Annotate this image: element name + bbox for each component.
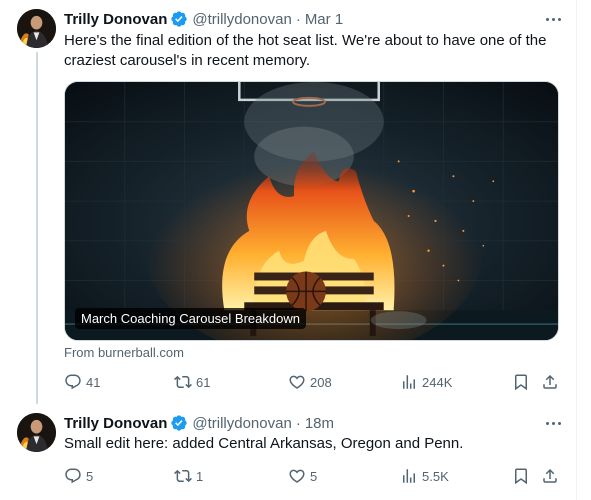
reply-button[interactable]: 5 xyxy=(64,466,93,486)
retweet-count: 1 xyxy=(196,468,204,484)
verified-badge-icon xyxy=(171,415,188,431)
tweet-text: Here's the final edition of the hot seat… xyxy=(64,32,547,69)
share-icon xyxy=(543,374,557,389)
like-icon xyxy=(289,469,305,483)
action-bar: 41 61 208 244K xyxy=(64,372,561,392)
link-card-image[interactable]: March Coaching Carousel Breakdown xyxy=(64,81,559,341)
timestamp[interactable]: Mar 1 xyxy=(305,11,343,28)
retweet-icon xyxy=(174,375,192,389)
timestamp[interactable]: 18m xyxy=(305,415,334,432)
views-button[interactable]: 5.5K xyxy=(400,466,449,486)
views-count: 244K xyxy=(422,374,453,390)
retweet-icon xyxy=(174,469,192,483)
share-button[interactable] xyxy=(541,372,559,392)
views-icon xyxy=(403,469,415,483)
action-bar: 5 1 5 5.5K xyxy=(64,466,561,486)
bookmark-button[interactable] xyxy=(512,372,530,392)
share-button[interactable] xyxy=(541,466,559,486)
verified-badge-icon xyxy=(171,11,188,27)
tweet[interactable]: Trilly Donovan @trillydonovan · Mar 1 He… xyxy=(0,0,591,405)
burning-bench-image xyxy=(65,82,558,340)
reply-icon xyxy=(65,374,81,390)
like-icon xyxy=(289,375,305,389)
like-button[interactable]: 208 xyxy=(288,372,332,392)
bookmark-button[interactable] xyxy=(512,466,530,486)
tweet-header: Trilly Donovan @trillydonovan · 18m xyxy=(64,413,334,433)
tweet-header: Trilly Donovan @trillydonovan · Mar 1 xyxy=(64,9,343,29)
retweet-count: 61 xyxy=(196,374,211,390)
reply-count: 41 xyxy=(86,374,101,390)
link-source[interactable]: From burnerball.com xyxy=(64,345,184,360)
more-icon[interactable] xyxy=(542,413,564,433)
avatar[interactable] xyxy=(17,9,56,48)
views-count: 5.5K xyxy=(422,468,449,484)
separator-dot: · xyxy=(295,414,301,432)
separator-dot: · xyxy=(295,10,301,28)
share-icon xyxy=(543,468,557,483)
author-handle[interactable]: @trillydonovan xyxy=(192,11,291,28)
reply-button[interactable]: 41 xyxy=(64,372,100,392)
avatar[interactable] xyxy=(17,413,56,452)
like-count: 5 xyxy=(310,468,318,484)
tweet[interactable]: Trilly Donovan @trillydonovan · 18m Smal… xyxy=(0,405,591,500)
retweet-button[interactable]: 61 xyxy=(174,372,210,392)
like-count: 208 xyxy=(310,374,332,390)
author-name[interactable]: Trilly Donovan xyxy=(64,11,167,28)
link-card-title[interactable]: March Coaching Carousel Breakdown xyxy=(75,308,306,329)
tweet-text: Small edit here: added Central Arkansas,… xyxy=(64,435,464,452)
views-button[interactable]: 244K xyxy=(400,372,452,392)
retweet-button[interactable]: 1 xyxy=(174,466,203,486)
views-icon xyxy=(403,375,415,389)
author-name[interactable]: Trilly Donovan xyxy=(64,415,167,432)
bookmark-icon xyxy=(515,468,527,485)
reply-icon xyxy=(65,468,81,484)
more-icon[interactable] xyxy=(542,9,564,29)
author-handle[interactable]: @trillydonovan xyxy=(192,415,291,432)
bookmark-icon xyxy=(515,374,527,391)
reply-count: 5 xyxy=(86,468,94,484)
like-button[interactable]: 5 xyxy=(288,466,317,486)
